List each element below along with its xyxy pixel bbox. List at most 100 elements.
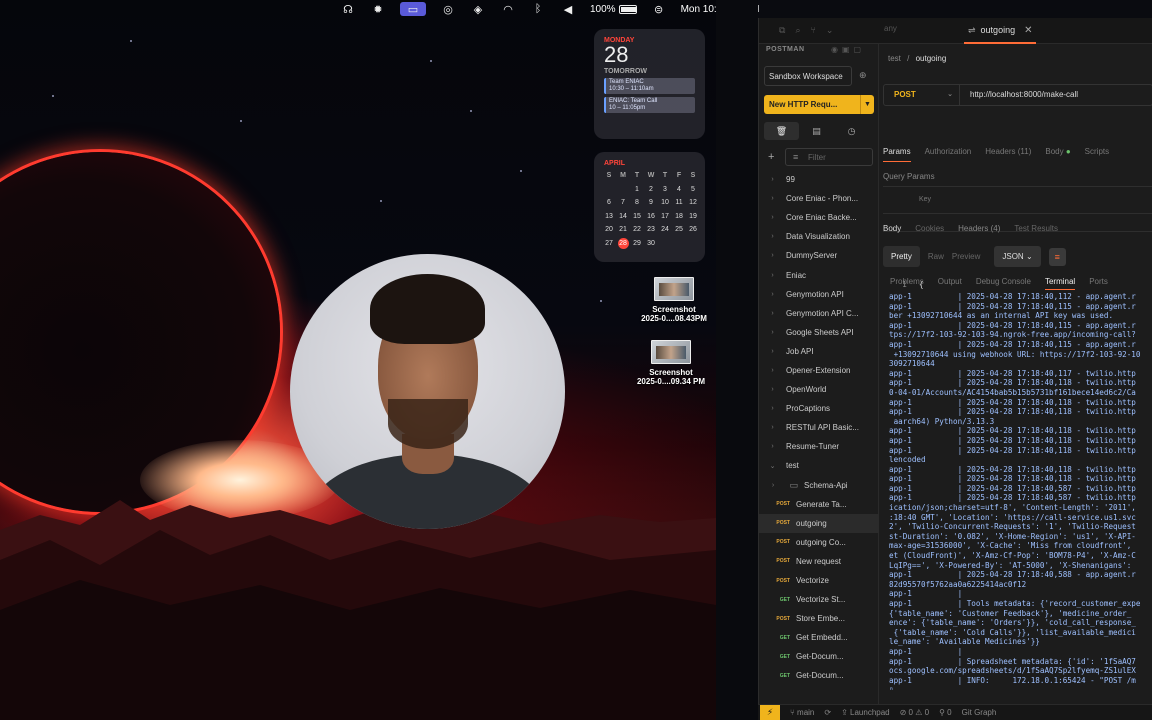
tab-response-body[interactable]: Body bbox=[883, 224, 901, 233]
branch-status[interactable]: ⑂ main bbox=[790, 708, 814, 717]
tab-any[interactable]: any bbox=[884, 24, 897, 33]
chevron-right-icon[interactable]: › bbox=[759, 195, 786, 202]
branch-icon[interactable]: ⑂ bbox=[810, 25, 815, 36]
calendar-day[interactable]: 18 bbox=[672, 210, 686, 224]
collection-item[interactable]: › Core Eniac Backe... bbox=[759, 208, 879, 227]
calendar-day[interactable]: 20 bbox=[602, 223, 616, 237]
chevron-right-icon[interactable]: › bbox=[759, 310, 786, 317]
wrap-icon[interactable]: ≡ bbox=[1048, 247, 1066, 266]
calendar-day[interactable]: 25 bbox=[672, 223, 686, 237]
chevron-right-icon[interactable]: › bbox=[759, 214, 786, 221]
chevron-right-icon[interactable]: › bbox=[759, 348, 786, 355]
terminal-output[interactable]: app-1 | 2025-04-28 17:18:40,112 - app.ag… bbox=[889, 292, 1152, 690]
tab-response-headers[interactable]: Headers (4) bbox=[958, 224, 1000, 233]
calendar-day[interactable]: 16 bbox=[644, 210, 658, 224]
tab-body[interactable]: Body ● bbox=[1045, 147, 1070, 162]
collection-item[interactable]: › Core Eniac - Phon... bbox=[759, 189, 879, 208]
calendar-day[interactable]: 11 bbox=[672, 196, 686, 210]
chevron-right-icon[interactable]: › bbox=[759, 443, 786, 450]
desktop-file-screenshot[interactable]: Screenshot 2025-0....08.43PM bbox=[629, 277, 719, 323]
launchpad-status[interactable]: ⇪ Launchpad bbox=[841, 708, 890, 717]
breadcrumb-parent[interactable]: test bbox=[888, 54, 901, 63]
breadcrumb-current[interactable]: outgoing bbox=[916, 54, 947, 63]
search-icon[interactable]: ⌕ bbox=[795, 25, 800, 36]
calendar-day[interactable]: 19 bbox=[686, 210, 700, 224]
collection-item[interactable]: › Opener-Extension bbox=[759, 361, 879, 380]
chevron-down-icon[interactable]: ⌄ bbox=[826, 25, 834, 36]
calendar-day[interactable]: 12 bbox=[686, 196, 700, 210]
airplay-icon[interactable]: ◎ bbox=[440, 2, 456, 16]
chevron-right-icon[interactable]: › bbox=[759, 176, 786, 183]
calendar-day[interactable]: 26 bbox=[686, 223, 700, 237]
new-request-button[interactable]: New HTTP Requ... ▼ bbox=[764, 95, 874, 114]
problems-status[interactable]: ⊘ 0 ⚠ 0 bbox=[900, 708, 929, 717]
wifi-icon[interactable]: ◠ bbox=[500, 2, 516, 16]
calendar-month-widget[interactable]: APRIL S M T W T F S 1 2 3 4 5 6 7 8 9 10 11 12 13 14 15 16 17 18… bbox=[594, 152, 705, 262]
gear-icon[interactable]: ✹ bbox=[370, 2, 386, 16]
request-item[interactable]: POST outgoing bbox=[759, 513, 879, 533]
url-input[interactable]: http://localhost:8000/make-call bbox=[970, 90, 1078, 99]
request-item[interactable]: GET Vectorize St... bbox=[759, 590, 879, 609]
git-graph-status[interactable]: Git Graph bbox=[962, 708, 997, 717]
calendar-day[interactable]: 1 bbox=[630, 183, 644, 197]
tab-params[interactable]: Params bbox=[883, 147, 911, 162]
collection-item[interactable]: › Eniac bbox=[759, 265, 879, 284]
volume-icon[interactable]: ◀︎ bbox=[560, 2, 576, 16]
screen-record-icon[interactable]: ▭ bbox=[400, 2, 426, 16]
collection-item[interactable]: › Google Sheets API bbox=[759, 323, 879, 342]
method-select[interactable]: POST ⌄ bbox=[884, 85, 960, 105]
tab-cookies[interactable]: Cookies bbox=[915, 224, 944, 233]
calendar-day[interactable]: 23 bbox=[644, 223, 658, 237]
collection-item[interactable]: › Genymotion API C... bbox=[759, 304, 879, 323]
workspace-selector[interactable]: Sandbox Workspace bbox=[764, 66, 852, 86]
calendar-day[interactable]: 8 bbox=[630, 196, 644, 210]
calendar-day[interactable]: 7 bbox=[616, 196, 630, 210]
collection-item[interactable]: › DummyServer bbox=[759, 246, 879, 265]
plus-icon[interactable]: + bbox=[768, 151, 774, 163]
calendar-day[interactable]: 24 bbox=[658, 223, 672, 237]
calendar-day[interactable]: 30 bbox=[644, 237, 658, 251]
desktop-file-screenshot[interactable]: Screenshot 2025-0....09.34 PM bbox=[626, 340, 716, 386]
folder-item[interactable]: › ▭ Schema-Api bbox=[759, 476, 879, 495]
chevron-right-icon[interactable]: › bbox=[769, 482, 777, 489]
collection-item[interactable]: › OpenWorld bbox=[759, 380, 879, 399]
collection-icon[interactable]: ▤ bbox=[799, 122, 834, 140]
calendar-day[interactable]: 10 bbox=[658, 196, 672, 210]
view-pretty[interactable]: Pretty bbox=[883, 246, 920, 267]
panel-tab-terminal[interactable]: Terminal bbox=[1044, 277, 1076, 290]
request-item[interactable]: POST Store Embe... bbox=[759, 609, 879, 628]
calendar-day[interactable]: 27 bbox=[602, 237, 616, 251]
collection-item[interactable]: › RESTful API Basic... bbox=[759, 418, 879, 437]
calendar-day[interactable]: 6 bbox=[602, 196, 616, 210]
calendar-day[interactable]: 15 bbox=[630, 210, 644, 224]
request-item[interactable]: POST outgoing Co... bbox=[759, 533, 879, 552]
request-item[interactable]: GET Get-Docum... bbox=[759, 647, 879, 666]
calendar-day[interactable]: 4 bbox=[672, 183, 686, 197]
format-select[interactable]: JSON ⌄ bbox=[994, 246, 1041, 267]
chevron-right-icon[interactable]: › bbox=[759, 367, 786, 374]
battery-status[interactable]: 100% bbox=[590, 4, 637, 15]
panel-tab-output[interactable]: Output bbox=[938, 277, 962, 290]
trash-icon[interactable]: 🗑 bbox=[764, 122, 799, 140]
chevron-right-icon[interactable]: › bbox=[759, 329, 786, 336]
control-center-icon[interactable]: ⊜ bbox=[651, 2, 667, 16]
copy-icon[interactable]: ⧉ bbox=[779, 25, 785, 36]
view-preview[interactable]: Preview bbox=[952, 252, 980, 261]
request-item[interactable]: GET Get Embedd... bbox=[759, 628, 879, 647]
layers-icon[interactable]: ◈ bbox=[470, 2, 486, 16]
request-item[interactable]: POST New request bbox=[759, 552, 879, 571]
chevron-right-icon[interactable]: › bbox=[759, 252, 786, 259]
tab-scripts[interactable]: Scripts bbox=[1085, 147, 1109, 162]
eye-icon[interactable]: ◉ bbox=[831, 45, 842, 54]
bluetooth-icon[interactable]: ᛒ bbox=[530, 2, 546, 16]
calendar-day[interactable]: 13 bbox=[602, 210, 616, 224]
calendar-day[interactable]: 28 bbox=[617, 237, 629, 249]
collection-item[interactable]: › ProCaptions bbox=[759, 399, 879, 418]
tab-authorization[interactable]: Authorization bbox=[925, 147, 972, 162]
calendar-event[interactable]: ENIAC: Team Call 10 – 11:05pm bbox=[604, 97, 695, 113]
calendar-day[interactable]: 9 bbox=[644, 196, 658, 210]
calendar-day[interactable]: 17 bbox=[658, 210, 672, 224]
chevron-right-icon[interactable]: › bbox=[759, 233, 786, 240]
chevron-right-icon[interactable]: › bbox=[759, 291, 786, 298]
tab-outgoing[interactable]: ⇌ outgoing ✕ bbox=[964, 18, 1037, 44]
